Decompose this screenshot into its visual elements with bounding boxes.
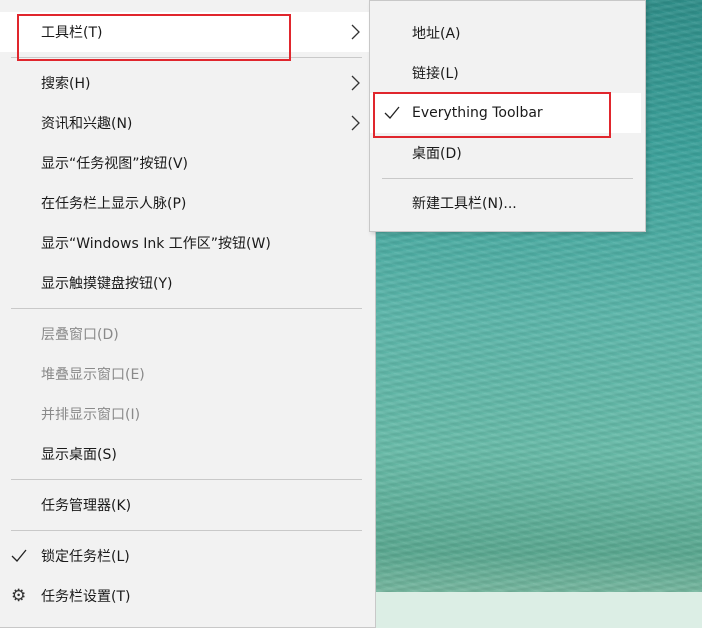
gear-icon: ⚙ xyxy=(11,586,27,606)
chevron-right-icon xyxy=(351,115,360,131)
chevron-right-icon xyxy=(351,24,360,40)
menu-separator xyxy=(11,57,362,58)
toolbars-submenu: 地址(A) 链接(L) Everything Toolbar 桌面(D) 新建工… xyxy=(369,0,646,232)
menu-item-show-people[interactable]: 在任务栏上显示人脉(P) xyxy=(0,183,375,223)
submenu-item-new-toolbar[interactable]: 新建工具栏(N)... xyxy=(370,183,645,223)
menu-separator xyxy=(11,530,362,531)
menu-separator xyxy=(11,479,362,480)
menu-item-label: 显示“任务视图”按钮(V) xyxy=(41,156,189,172)
submenu-separator xyxy=(382,178,633,179)
menu-item-show-touch-keyboard[interactable]: 显示触摸键盘按钮(Y) xyxy=(0,263,375,303)
menu-item-label: 任务栏设置(T) xyxy=(41,589,131,605)
menu-item-label: 显示桌面(S) xyxy=(41,447,117,463)
menu-item-label: 并排显示窗口(I) xyxy=(41,407,141,423)
checkmark-icon xyxy=(11,549,27,562)
menu-item-news-and-interests[interactable]: 资讯和兴趣(N) xyxy=(0,103,375,143)
submenu-item-links[interactable]: 链接(L) xyxy=(370,53,645,93)
menu-item-toolbars[interactable]: 工具栏(T) xyxy=(0,12,375,52)
menu-item-lock-taskbar[interactable]: 锁定任务栏(L) xyxy=(0,536,375,576)
menu-item-taskbar-settings[interactable]: ⚙ 任务栏设置(T) xyxy=(0,576,375,616)
menu-item-label: 搜索(H) xyxy=(41,76,91,92)
menu-item-label: 显示“Windows Ink 工作区”按钮(W) xyxy=(41,236,271,252)
menu-item-label: 在任务栏上显示人脉(P) xyxy=(41,196,187,212)
submenu-item-label: 新建工具栏(N)... xyxy=(412,196,517,212)
submenu-item-label: 桌面(D) xyxy=(412,146,462,162)
desktop-wallpaper-bottom xyxy=(374,592,702,628)
menu-item-show-desktop[interactable]: 显示桌面(S) xyxy=(0,434,375,474)
menu-item-label: 工具栏(T) xyxy=(41,25,103,41)
menu-item-label: 锁定任务栏(L) xyxy=(41,549,130,565)
menu-item-label: 任务管理器(K) xyxy=(41,498,132,514)
menu-item-task-manager[interactable]: 任务管理器(K) xyxy=(0,485,375,525)
submenu-item-desktop[interactable]: 桌面(D) xyxy=(370,133,645,173)
menu-item-cascade-windows: 层叠窗口(D) xyxy=(0,314,375,354)
submenu-item-label: 链接(L) xyxy=(412,66,459,82)
submenu-item-address[interactable]: 地址(A) xyxy=(370,13,645,53)
menu-item-label: 堆叠显示窗口(E) xyxy=(41,367,145,383)
checkmark-icon xyxy=(384,106,400,119)
menu-item-show-task-view-button[interactable]: 显示“任务视图”按钮(V) xyxy=(0,143,375,183)
menu-item-label: 显示触摸键盘按钮(Y) xyxy=(41,276,173,292)
menu-item-search[interactable]: 搜索(H) xyxy=(0,63,375,103)
submenu-item-everything-toolbar[interactable]: Everything Toolbar xyxy=(370,93,641,133)
submenu-item-label: Everything Toolbar xyxy=(412,105,543,121)
menu-item-label: 层叠窗口(D) xyxy=(41,327,119,343)
menu-separator xyxy=(11,308,362,309)
chevron-right-icon xyxy=(351,75,360,91)
submenu-item-label: 地址(A) xyxy=(412,26,461,42)
menu-item-label: 资讯和兴趣(N) xyxy=(41,116,133,132)
taskbar-context-menu: 工具栏(T) 搜索(H) 资讯和兴趣(N) 显示“任务视图”按钮(V) 在任务栏… xyxy=(0,0,376,628)
menu-item-stack-windows: 堆叠显示窗口(E) xyxy=(0,354,375,394)
menu-item-show-windows-ink-button[interactable]: 显示“Windows Ink 工作区”按钮(W) xyxy=(0,223,375,263)
menu-item-side-by-side-windows: 并排显示窗口(I) xyxy=(0,394,375,434)
